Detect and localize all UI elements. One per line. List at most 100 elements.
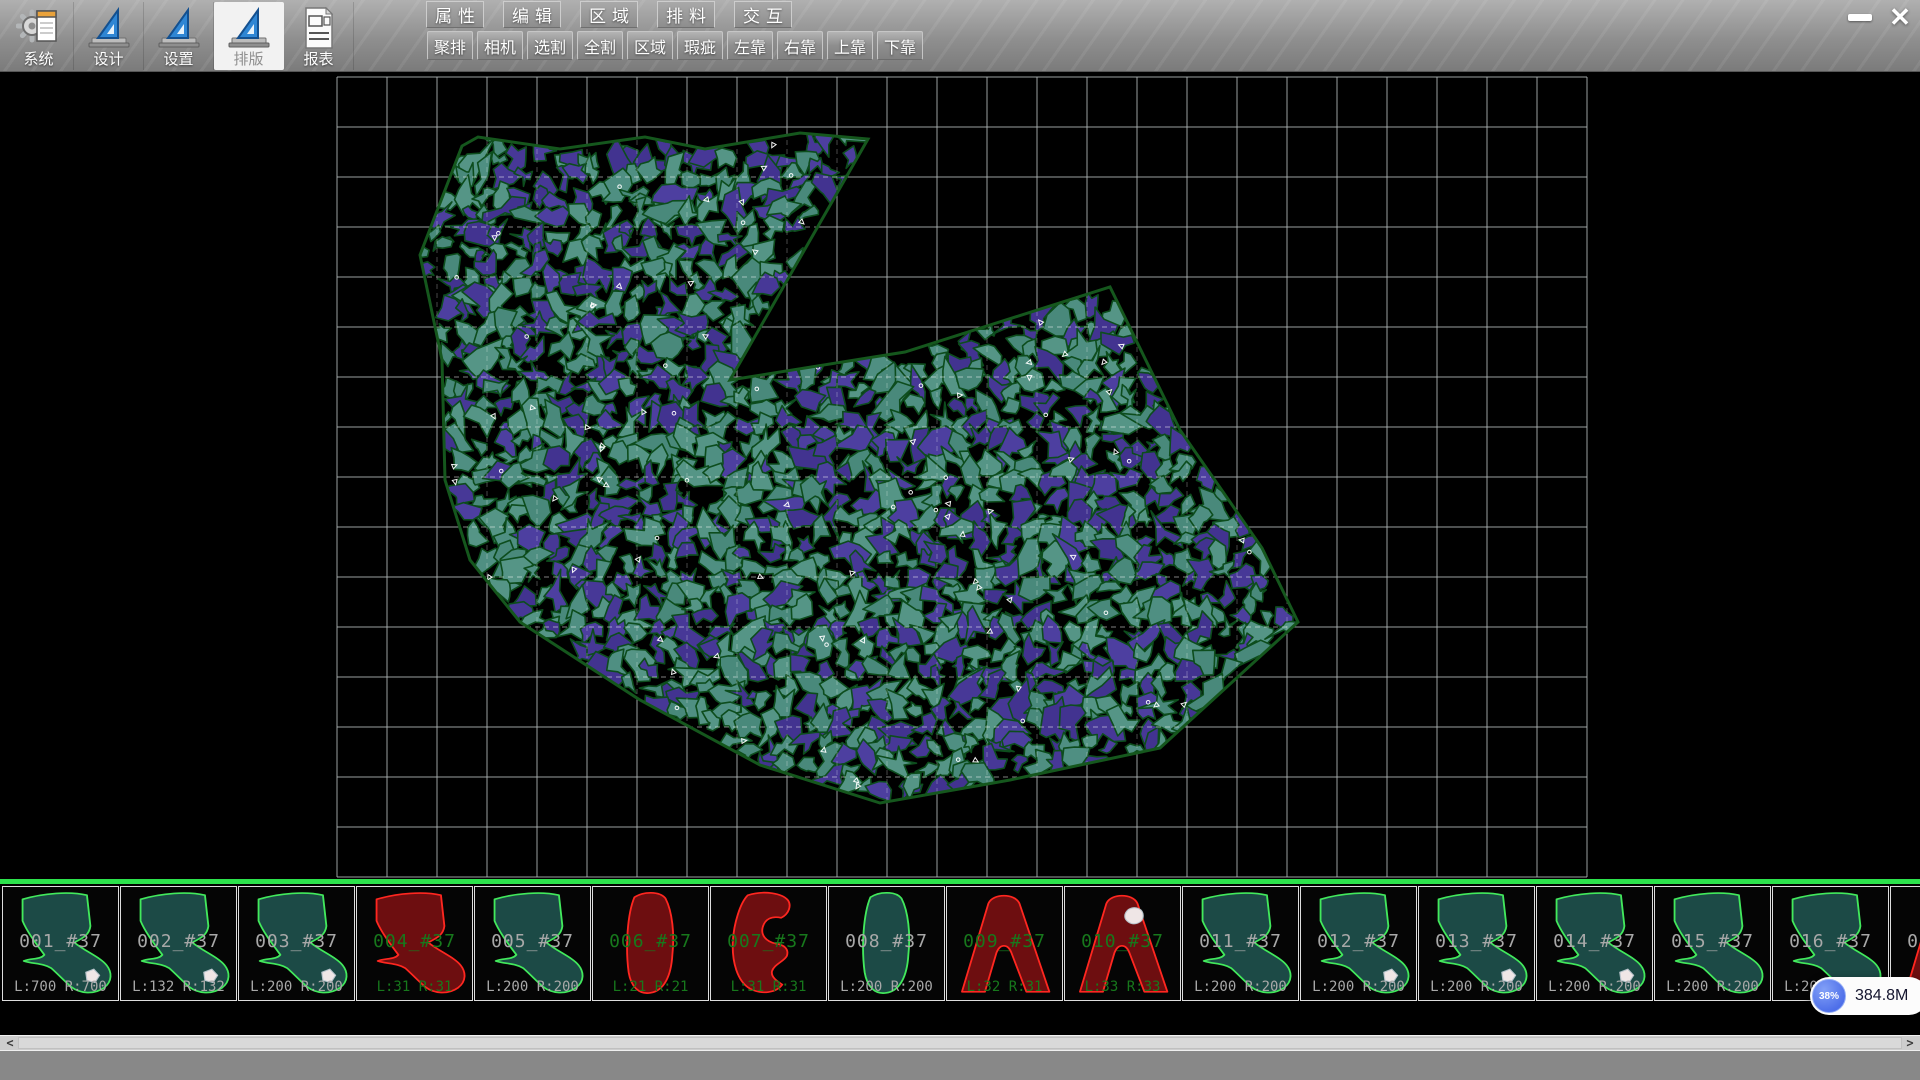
scrollbar-thumb[interactable] bbox=[18, 1037, 1902, 1049]
part-id-label: 003_#37 bbox=[239, 931, 354, 952]
tool-button-snap-down[interactable]: 下靠 bbox=[877, 31, 923, 60]
menu-tab-region[interactable]: 区域 bbox=[580, 1, 638, 28]
part-lr-count-label: L:200 R:200 bbox=[1655, 979, 1770, 995]
part-lr-count-label: L:31 R:31 bbox=[711, 979, 826, 995]
menu-tab-nesting[interactable]: 排料 bbox=[657, 1, 715, 28]
part-lr-count-label: L:21 R:21 bbox=[593, 979, 708, 995]
memory-percent-badge: 38% bbox=[1812, 979, 1846, 1013]
part-lr-count-label: L:33 R:33 bbox=[1065, 979, 1180, 995]
app-button-system[interactable]: 系统 bbox=[4, 2, 74, 70]
part-cell[interactable]: 012_#37 L:200 R:200 bbox=[1300, 886, 1417, 1001]
part-id-label: 006_#37 bbox=[593, 931, 708, 952]
nest-canvas[interactable] bbox=[0, 72, 1920, 883]
app-button-label: 报表 bbox=[303, 51, 333, 69]
scroll-right-arrow[interactable]: > bbox=[1902, 1036, 1918, 1050]
part-cell[interactable]: 001_#37 L:700 R:700 bbox=[2, 886, 119, 1001]
app-button-label: 设置 bbox=[163, 51, 193, 69]
part-lr-count-label: L:700 R:700 bbox=[3, 979, 118, 995]
part-lr-count-label: L:132 R:132 bbox=[121, 979, 236, 995]
tool-button-row: 聚排相机选割全割区域瑕疵左靠右靠上靠下靠 bbox=[427, 31, 923, 60]
tool-button-cut-selected[interactable]: 选割 bbox=[527, 31, 573, 60]
part-id-label: 015_#37 bbox=[1655, 931, 1770, 952]
set-square-icon bbox=[226, 2, 272, 51]
memory-amount: 384.8M bbox=[1855, 977, 1908, 1015]
part-id-label: 013_#37 bbox=[1419, 931, 1534, 952]
part-id-label: 017_#37 bbox=[1891, 931, 1920, 952]
gear-doc-icon bbox=[16, 2, 62, 51]
app-button-label: 排版 bbox=[233, 51, 263, 69]
part-cell[interactable]: 009_#37 L:32 R:31 bbox=[946, 886, 1063, 1001]
part-lr-count-label: L:200 R:200 bbox=[1419, 979, 1534, 995]
minimize-button[interactable] bbox=[1844, 3, 1876, 31]
app-launcher: 系统 设计 设置 排版 报表 bbox=[4, 2, 354, 70]
parts-panel-accent-line bbox=[0, 879, 1920, 884]
part-lr-count-label: L:32 R:31 bbox=[947, 979, 1062, 995]
app-button-design[interactable]: 设计 bbox=[74, 2, 144, 70]
part-lr-count-label: L:200 R:200 bbox=[829, 979, 944, 995]
part-cell[interactable]: 003_#37 L:200 R:200 bbox=[238, 886, 355, 1001]
tool-button-snap-right[interactable]: 右靠 bbox=[777, 31, 823, 60]
window-controls: ✕ bbox=[1844, 3, 1916, 31]
tool-button-snap-up[interactable]: 上靠 bbox=[827, 31, 873, 60]
app-button-settings[interactable]: 设置 bbox=[144, 2, 214, 70]
report-icon bbox=[297, 2, 341, 51]
part-cell[interactable]: 010_#37 L:33 R:33 bbox=[1064, 886, 1181, 1001]
part-cell[interactable]: 007_#37 L:31 R:31 bbox=[710, 886, 827, 1001]
part-cell[interactable]: 008_#37 L:200 R:200 bbox=[828, 886, 945, 1001]
tool-button-defect[interactable]: 瑕疵 bbox=[677, 31, 723, 60]
memory-monitor-bubble[interactable]: 38% 384.8M bbox=[1810, 977, 1920, 1015]
part-id-label: 011_#37 bbox=[1183, 931, 1298, 952]
app-button-layout[interactable]: 排版 bbox=[214, 2, 284, 70]
part-lr-count-label: L:200 R:200 bbox=[1301, 979, 1416, 995]
scroll-left-arrow[interactable]: < bbox=[2, 1036, 18, 1050]
part-lr-count-label: L:200 R:200 bbox=[1537, 979, 1652, 995]
part-id-label: 004_#37 bbox=[357, 931, 472, 952]
tool-button-cluster-nest[interactable]: 聚排 bbox=[427, 31, 473, 60]
tool-button-cut-all[interactable]: 全割 bbox=[577, 31, 623, 60]
part-cell[interactable]: 002_#37 L:132 R:132 bbox=[120, 886, 237, 1001]
part-id-label: 001_#37 bbox=[3, 931, 118, 952]
app-button-report[interactable]: 报表 bbox=[284, 2, 354, 70]
part-id-label: 007_#37 bbox=[711, 931, 826, 952]
part-lr-count-label: L:200 R:200 bbox=[475, 979, 590, 995]
horizontal-scrollbar[interactable]: < > bbox=[0, 1035, 1920, 1051]
app-button-label: 系统 bbox=[23, 51, 53, 69]
part-cell[interactable]: 015_#37 L:200 R:200 bbox=[1654, 886, 1771, 1001]
part-lr-count-label: L:31 R:31 bbox=[357, 979, 472, 995]
part-cell[interactable]: 014_#37 L:200 R:200 bbox=[1536, 886, 1653, 1001]
memory-percent: 38% bbox=[1819, 991, 1839, 1002]
part-id-label: 009_#37 bbox=[947, 931, 1062, 952]
part-cell[interactable]: 006_#37 L:21 R:21 bbox=[592, 886, 709, 1001]
part-id-label: 010_#37 bbox=[1065, 931, 1180, 952]
close-button[interactable]: ✕ bbox=[1884, 3, 1916, 31]
set-square-icon bbox=[86, 2, 132, 51]
menu-tab-row: 属性编辑区域排料交互 bbox=[426, 1, 792, 28]
app-button-label: 设计 bbox=[93, 51, 123, 69]
close-icon: ✕ bbox=[1889, 4, 1911, 30]
part-lr-count-label: L:200 R:200 bbox=[239, 979, 354, 995]
part-id-label: 002_#37 bbox=[121, 931, 236, 952]
set-square-icon bbox=[156, 2, 202, 51]
nesting-workspace[interactable] bbox=[0, 72, 1920, 883]
tool-button-region[interactable]: 区域 bbox=[627, 31, 673, 60]
part-cell[interactable]: 013_#37 L:200 R:200 bbox=[1418, 886, 1535, 1001]
toolbar: 系统设计设置排版报表 属性编辑区域排料交互 聚排相机选割全割区域瑕疵左靠右靠上靠… bbox=[0, 0, 1920, 72]
tool-button-camera[interactable]: 相机 bbox=[477, 31, 523, 60]
parts-panel: 001_#37L:700 R:700002_#37L:132 R:132003_… bbox=[0, 879, 1920, 1005]
part-id-label: 012_#37 bbox=[1301, 931, 1416, 952]
tool-button-snap-left[interactable]: 左靠 bbox=[727, 31, 773, 60]
menu-tab-properties[interactable]: 属性 bbox=[426, 1, 484, 28]
part-id-label: 016_#37 bbox=[1773, 931, 1888, 952]
part-id-label: 014_#37 bbox=[1537, 931, 1652, 952]
part-cell[interactable]: 004_#37 L:31 R:31 bbox=[356, 886, 473, 1001]
minimize-icon bbox=[1848, 14, 1872, 21]
part-lr-count-label: L:200 R:200 bbox=[1183, 979, 1298, 995]
menu-tab-interaction[interactable]: 交互 bbox=[734, 1, 792, 28]
menu-tab-edit[interactable]: 编辑 bbox=[503, 1, 561, 28]
part-cell[interactable]: 005_#37 L:200 R:200 bbox=[474, 886, 591, 1001]
part-cell[interactable]: 011_#37 L:200 R:200 bbox=[1182, 886, 1299, 1001]
part-id-label: 005_#37 bbox=[475, 931, 590, 952]
parts-list: 001_#37L:700 R:700002_#37L:132 R:132003_… bbox=[2, 886, 1920, 1001]
part-id-label: 008_#37 bbox=[829, 931, 944, 952]
status-bar bbox=[0, 1051, 1920, 1080]
